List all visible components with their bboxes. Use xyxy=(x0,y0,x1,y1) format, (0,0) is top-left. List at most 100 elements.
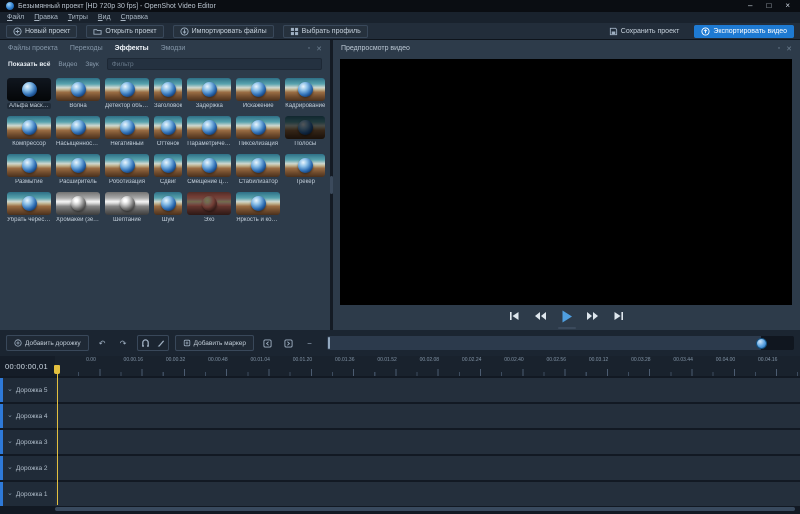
undo-button[interactable]: ↶ xyxy=(95,336,110,351)
timeline-ruler[interactable]: 0.0000.00.1600.00.3200.00.4800.01.0400.0… xyxy=(55,356,800,376)
vertical-splitter[interactable] xyxy=(330,40,333,330)
new-project-button[interactable]: Новый проект xyxy=(6,25,77,38)
effect-item[interactable]: Шептание xyxy=(105,192,149,223)
open-project-button[interactable]: Открыть проект xyxy=(86,25,163,38)
add-marker-button[interactable]: Добавить маркер xyxy=(175,335,254,351)
import-files-button[interactable]: Импортировать файлы xyxy=(173,25,274,38)
tab-transitions[interactable]: Переходы xyxy=(70,45,103,52)
video-preview[interactable] xyxy=(340,59,792,305)
effect-thumbnail xyxy=(154,116,182,139)
choose-profile-button[interactable]: Выбрать профиль xyxy=(283,25,368,38)
menu-bar: Файл Правка Титры Вид Справка xyxy=(0,12,800,23)
effect-item[interactable]: Пикселизация xyxy=(236,116,280,147)
filter-show-all[interactable]: Показать всё xyxy=(8,61,50,68)
effect-item[interactable]: Детектор объек... xyxy=(105,78,149,109)
effect-item[interactable]: Роботизация xyxy=(105,154,149,185)
effect-item[interactable]: Яркость и контраст xyxy=(236,192,280,223)
maximize-button[interactable]: □ xyxy=(766,1,771,11)
track-header[interactable]: ⌄Дорожка 4 xyxy=(0,404,55,428)
timeline-zoom-slider[interactable] xyxy=(327,336,794,350)
save-project-button[interactable]: Сохранить проект xyxy=(602,25,687,38)
redo-button[interactable]: ↷ xyxy=(116,336,131,351)
effect-item[interactable]: Оттенок xyxy=(154,116,182,147)
effect-thumbnail xyxy=(105,116,149,139)
menu-edit[interactable]: Правка xyxy=(34,14,58,21)
effects-filter-row: Показать всё Видео Звук xyxy=(0,54,330,72)
effect-item[interactable]: Заголовок xyxy=(154,78,182,109)
effect-item[interactable]: Негативный xyxy=(105,116,149,147)
effect-item[interactable]: Задержка xyxy=(187,78,231,109)
effect-thumbnail xyxy=(236,116,280,139)
panel-float-icon[interactable]: ▫ xyxy=(308,45,310,53)
effect-item[interactable]: Волна xyxy=(56,78,100,109)
menu-view[interactable]: Вид xyxy=(98,14,111,21)
effect-item[interactable]: Шум xyxy=(154,192,182,223)
effect-item[interactable]: Компрессор xyxy=(7,116,51,147)
panel-close-icon[interactable]: ✕ xyxy=(316,45,322,53)
effect-item[interactable]: Хромакей (зеле... xyxy=(56,192,100,223)
filter-audio[interactable]: Звук xyxy=(85,61,98,68)
effect-item[interactable]: Размытие xyxy=(7,154,51,185)
effect-item[interactable]: Параметрическ... xyxy=(187,116,231,147)
menu-file[interactable]: Файл xyxy=(7,14,24,21)
effect-thumbnail xyxy=(154,154,182,177)
zoom-slider-handle[interactable] xyxy=(756,338,767,349)
effect-item[interactable]: Сдвиг xyxy=(154,154,182,185)
effect-thumbnail xyxy=(236,192,280,215)
snapping-magnet-button[interactable] xyxy=(138,336,153,351)
track-lane[interactable] xyxy=(55,378,800,402)
rewind-button[interactable] xyxy=(533,309,549,323)
jump-to-end-button[interactable] xyxy=(611,309,627,323)
track-header[interactable]: ⌄Дорожка 1 xyxy=(0,482,55,506)
next-marker-button[interactable] xyxy=(281,336,296,351)
tab-project-files[interactable]: Файлы проекта xyxy=(8,45,58,52)
add-marker-icon xyxy=(183,339,191,347)
zoom-out-button[interactable]: − xyxy=(302,336,317,351)
jump-to-start-button[interactable] xyxy=(507,309,523,323)
menu-help[interactable]: Справка xyxy=(121,14,148,21)
export-video-button[interactable]: Экспортировать видео xyxy=(694,25,794,38)
play-button[interactable] xyxy=(559,309,575,323)
effect-item[interactable]: Трекер xyxy=(285,154,325,185)
effect-item[interactable]: Альфа маска и ... xyxy=(7,78,51,109)
track-lane[interactable] xyxy=(55,404,800,428)
effect-item[interactable]: Стабилизатор xyxy=(236,154,280,185)
tab-emoji[interactable]: Эмодзи xyxy=(161,45,186,52)
panel-float-icon[interactable]: ▫ xyxy=(778,45,780,53)
effect-item[interactable]: Кадрирование xyxy=(285,78,325,109)
minimize-button[interactable]: – xyxy=(748,1,752,11)
effect-item[interactable]: Искажение xyxy=(236,78,280,109)
menu-titles[interactable]: Титры xyxy=(68,14,88,21)
effects-filter-input[interactable] xyxy=(107,58,322,70)
filter-video[interactable]: Видео xyxy=(58,61,77,68)
track-row: ⌄Дорожка 4 xyxy=(0,404,800,428)
zoom-slider-left-handle[interactable] xyxy=(328,337,330,349)
timeline-horizontal-scrollbar[interactable] xyxy=(55,507,795,511)
track-header[interactable]: ⌄Дорожка 5 xyxy=(0,378,55,402)
effect-thumbnail xyxy=(7,78,51,101)
splitter-grip xyxy=(558,327,576,329)
previous-marker-icon xyxy=(263,339,272,348)
effect-item[interactable]: Убрать чересстр... xyxy=(7,192,51,223)
effect-item[interactable]: Смещение цвета xyxy=(187,154,231,185)
previous-marker-button[interactable] xyxy=(260,336,275,351)
track-lane[interactable] xyxy=(55,482,800,506)
panel-close-icon[interactable]: ✕ xyxy=(786,45,792,53)
effect-item[interactable]: Полосы xyxy=(285,116,325,147)
tab-effects[interactable]: Эффекты xyxy=(115,45,149,52)
add-track-button[interactable]: Добавить дорожку xyxy=(6,335,89,351)
track-lane[interactable] xyxy=(55,430,800,454)
effect-item[interactable]: Расширитель xyxy=(56,154,100,185)
track-header[interactable]: ⌄Дорожка 2 xyxy=(0,456,55,480)
save-icon xyxy=(609,27,618,36)
close-button[interactable]: × xyxy=(785,1,790,11)
track-header[interactable]: ⌄Дорожка 3 xyxy=(0,430,55,454)
effect-item[interactable]: Эхо xyxy=(187,192,231,223)
timeline-body: 00:00:00,01 0.0000.00.1600.00.3200.00.48… xyxy=(0,356,800,514)
fast-forward-button[interactable] xyxy=(585,309,601,323)
main-toolbar: Новый проект Открыть проект Импортироват… xyxy=(0,23,800,40)
next-marker-icon xyxy=(284,339,293,348)
track-lane[interactable] xyxy=(55,456,800,480)
razor-tool-button[interactable] xyxy=(153,336,168,351)
effect-item[interactable]: Насыщенность ц... xyxy=(56,116,100,147)
